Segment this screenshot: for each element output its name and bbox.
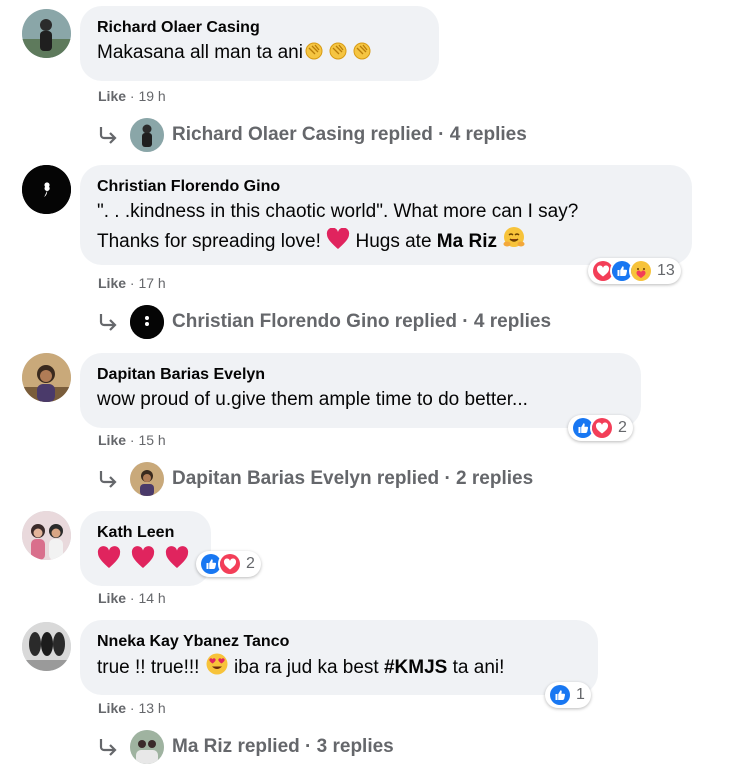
comment-bubble: Christian Florendo Gino ". . .kindness i… [80, 165, 692, 265]
care-reaction-icon [629, 259, 653, 283]
comment-text-line-2: Thanks for spreading love! Hugs ate Ma R… [97, 226, 676, 256]
like-link[interactable]: Like [98, 432, 126, 448]
reply-avatar [130, 462, 164, 496]
reaction-count: 2 [618, 419, 627, 436]
separator: · [129, 88, 135, 104]
timestamp[interactable]: 15 h [138, 432, 165, 448]
reply-arrow-icon [99, 471, 117, 488]
comment-bubble: Nneka Kay Ybanez Tanco true !! true!!! i… [80, 620, 598, 695]
avatar-nneka[interactable] [22, 622, 71, 671]
avatar-kath[interactable] [22, 511, 71, 560]
hugging-face-icon [502, 226, 526, 250]
comment-meta: Like · 14 h [98, 590, 166, 606]
separator: · [129, 432, 135, 448]
like-reaction-icon [548, 683, 572, 707]
reply-arrow-icon [99, 739, 117, 756]
red-heart-icon [326, 228, 350, 250]
comment-text-line-1: ". . .kindness in this chaotic world". W… [97, 201, 579, 222]
timestamp[interactable]: 13 h [138, 700, 165, 716]
view-replies-link[interactable]: Ma Riz replied · 3 replies [96, 729, 394, 765]
view-replies-link[interactable]: Christian Florendo Gino replied · 4 repl… [96, 304, 551, 340]
commenter-name[interactable]: Kath Leen [97, 523, 195, 543]
red-heart-icon [97, 546, 193, 570]
commenter-name[interactable]: Christian Florendo Gino [97, 177, 676, 197]
like-link[interactable]: Like [98, 88, 126, 104]
reply-avatar [130, 730, 164, 764]
reaction-summary[interactable]: 1 [545, 682, 591, 708]
reply-avatar [130, 118, 164, 152]
heart-eyes-icon [205, 652, 229, 676]
reaction-summary[interactable]: 13 [588, 258, 681, 284]
reaction-count: 2 [246, 555, 255, 572]
comment-meta: Like · 17 h [98, 275, 166, 291]
love-reaction-icon [218, 552, 242, 576]
mentioned-name[interactable]: Ma Riz [437, 231, 497, 252]
reply-arrow-icon [99, 127, 117, 144]
commenter-name[interactable]: Nneka Kay Ybanez Tanco [97, 632, 582, 652]
comment-text: wow proud of u.give them ample time to d… [97, 389, 528, 410]
like-link[interactable]: Like [98, 590, 126, 606]
comment-meta: Like · 19 h [98, 88, 166, 104]
replies-label: Christian Florendo Gino replied · 4 repl… [172, 311, 552, 332]
avatar-christian[interactable] [22, 165, 71, 214]
timestamp[interactable]: 14 h [138, 590, 165, 606]
separator: · [129, 700, 135, 716]
timestamp[interactable]: 17 h [138, 275, 165, 291]
reply-arrow-icon [99, 314, 117, 331]
comment-bubble: Richard Olaer Casing Makasana all man ta… [80, 6, 439, 81]
like-link[interactable]: Like [98, 275, 126, 291]
reaction-summary[interactable]: 2 [196, 551, 261, 577]
separator: · [129, 590, 135, 606]
commenter-name[interactable]: Richard Olaer Casing [97, 18, 423, 38]
like-link[interactable]: Like [98, 700, 126, 716]
comment-bubble: Kath Leen [80, 511, 211, 586]
clapping-hands-icon [303, 39, 373, 61]
comment-text: true !! true!!! iba ra jud ka best #KMJS… [97, 652, 582, 682]
avatar-dapitan[interactable] [22, 353, 71, 402]
replies-label: Richard Olaer Casing replied · 4 replies [172, 124, 527, 145]
comment-meta: Like · 15 h [98, 432, 166, 448]
view-replies-link[interactable]: Richard Olaer Casing replied · 4 replies [96, 117, 527, 153]
reply-avatar [130, 305, 164, 339]
reaction-count: 13 [657, 262, 675, 279]
view-replies-link[interactable]: Dapitan Barias Evelyn replied · 2 replie… [96, 461, 533, 497]
timestamp[interactable]: 19 h [138, 88, 165, 104]
love-reaction-icon [590, 416, 614, 440]
replies-label: Ma Riz replied · 3 replies [172, 736, 394, 757]
commenter-name[interactable]: Dapitan Barias Evelyn [97, 365, 625, 385]
comment-text: Makasana all man ta ani [97, 38, 423, 67]
comment-bubble: Dapitan Barias Evelyn wow proud of u.giv… [80, 353, 641, 428]
reaction-count: 1 [576, 686, 585, 703]
comment-text [97, 546, 195, 576]
replies-label: Dapitan Barias Evelyn replied · 2 replie… [172, 468, 534, 489]
comment-meta: Like · 13 h [98, 700, 166, 716]
avatar-richard[interactable] [22, 9, 71, 58]
separator: · [129, 275, 135, 291]
reaction-summary[interactable]: 2 [568, 415, 633, 441]
hashtag-link[interactable]: #KMJS [384, 657, 447, 678]
